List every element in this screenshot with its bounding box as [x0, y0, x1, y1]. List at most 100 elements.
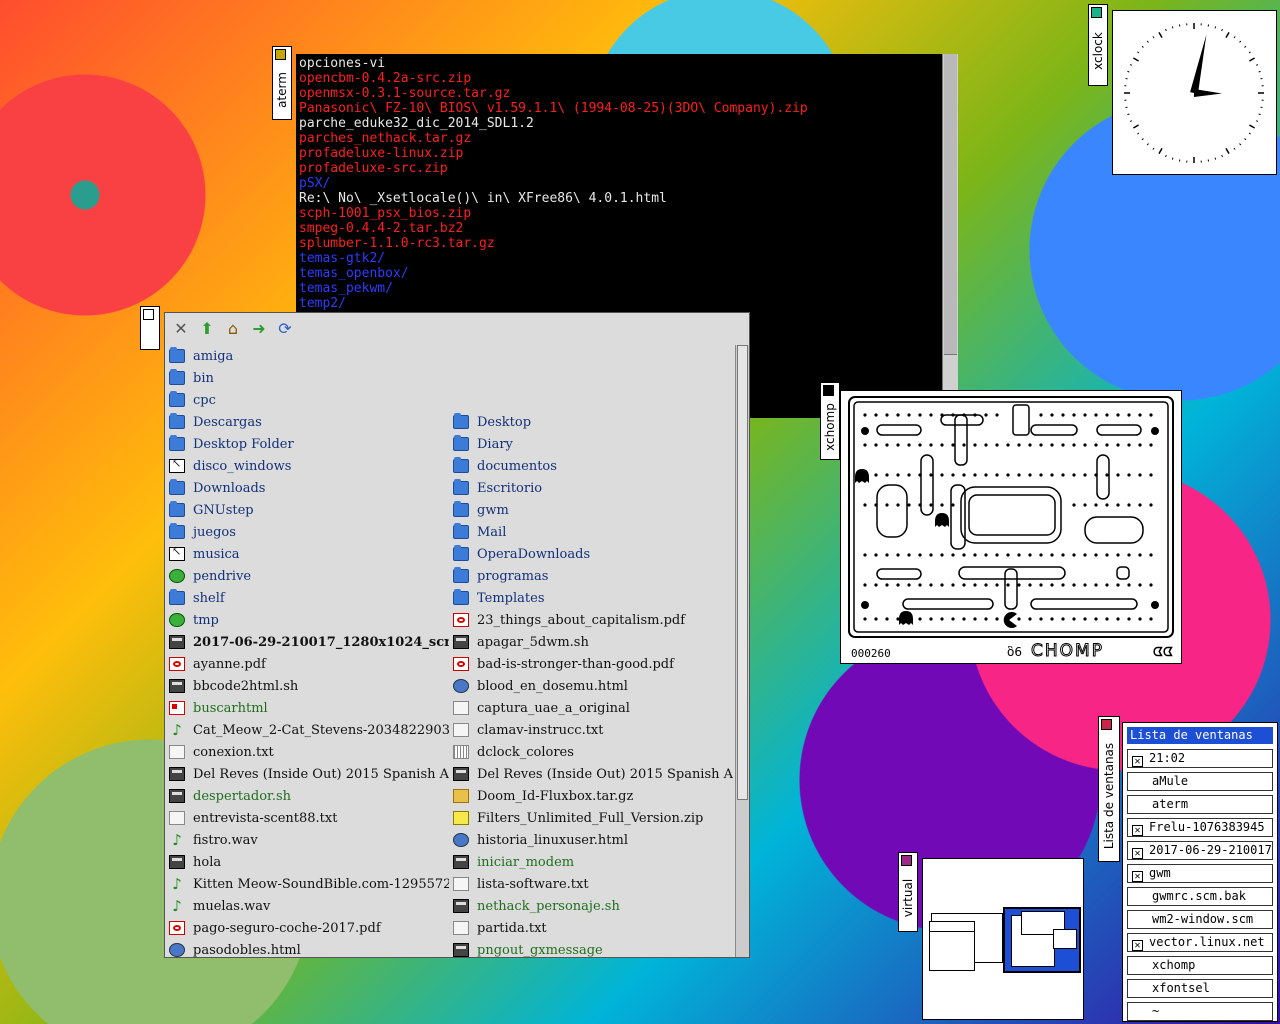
file-item[interactable]: ayanne.pdf — [167, 653, 449, 675]
file-name: Del Reves (Inside Out) 2015 Spanish Anim… — [477, 766, 733, 782]
xchomp-game-board[interactable] — [841, 391, 1181, 663]
file-item[interactable]: bad-is-stronger-than-good.pdf — [451, 653, 733, 675]
folder-item[interactable]: bin — [167, 367, 449, 389]
close-icon[interactable]: ✕ — [171, 319, 191, 339]
file-item[interactable]: pasodobles.html — [167, 939, 449, 957]
folder-item[interactable]: musica — [167, 543, 449, 565]
folder-item[interactable]: juegos — [167, 521, 449, 543]
file-item[interactable]: conexion.txt — [167, 741, 449, 763]
aterm-scrollbar[interactable] — [942, 54, 958, 418]
folder-item[interactable]: Downloads — [167, 477, 449, 499]
file-manager-scroll-thumb[interactable] — [737, 345, 748, 800]
folder-icon — [169, 501, 185, 517]
file-item[interactable]: Del Reves (Inside Out) 2015 Spanish Anim… — [451, 763, 733, 785]
virtual-desktop-pager[interactable] — [922, 858, 1084, 1020]
file-item[interactable]: nethack_personaje.sh — [451, 895, 733, 917]
file-item[interactable]: ♪ Kitten Meow-SoundBible.com-1295572573.w… — [167, 873, 449, 895]
window-list-item[interactable]: ✕ 2017-06-29-210017 — [1127, 841, 1273, 860]
go-icon[interactable]: ➜ — [249, 319, 269, 339]
aterm-scroll-thumb[interactable] — [944, 54, 957, 355]
virtual-tab-button[interactable] — [901, 855, 912, 866]
up-icon[interactable]: ⬆ — [197, 319, 217, 339]
file-item[interactable]: hola — [167, 851, 449, 873]
windowlist-tab[interactable]: Lista de ventanas — [1098, 716, 1120, 862]
folder-item[interactable]: Desktop — [451, 411, 733, 433]
file-item[interactable]: captura_uae_a_original — [451, 697, 733, 719]
pellet — [1050, 583, 1054, 587]
window-list-item[interactable]: ~ — [1127, 1002, 1273, 1021]
file-item[interactable]: 2017-06-29-210017_1280x1024_scrot.png — [167, 631, 449, 653]
pager-desk-1[interactable] — [927, 911, 1003, 973]
folder-item[interactable]: shelf — [167, 587, 449, 609]
folder-item[interactable]: amiga — [167, 345, 449, 367]
window-list-item[interactable]: wm2-window.scm — [1127, 910, 1273, 929]
file-item[interactable]: Doom_Id-Fluxbox.tar.gz — [451, 785, 733, 807]
window-list-item[interactable]: aMule — [1127, 772, 1273, 791]
window-list-item[interactable]: ✕ gwm — [1127, 864, 1273, 883]
file-item[interactable]: iniciar_modem — [451, 851, 733, 873]
file-item[interactable]: ♪ fistro.wav — [167, 829, 449, 851]
xchomp-cherry-icon: ὃ6 — [1007, 645, 1022, 659]
virtual-tab[interactable]: virtual — [898, 852, 918, 932]
window-list-item[interactable]: xchomp — [1127, 956, 1273, 975]
folder-item[interactable]: Descargas — [167, 411, 449, 433]
file-item[interactable]: ♪ Cat_Meow_2-Cat_Stevens-2034822903.wav — [167, 719, 449, 741]
folder-item[interactable]: gwm — [451, 499, 733, 521]
filemanager-tab[interactable] — [140, 306, 160, 350]
file-item[interactable]: pago-seguro-coche-2017.pdf — [167, 917, 449, 939]
folder-item[interactable]: GNUstep — [167, 499, 449, 521]
window-list-item[interactable]: xfontsel — [1127, 979, 1273, 998]
file-item[interactable]: Filters_Unlimited_Full_Version.zip — [451, 807, 733, 829]
file-item[interactable]: partida.txt — [451, 917, 733, 939]
file-item[interactable]: despertador.sh — [167, 785, 449, 807]
folder-item[interactable]: programas — [451, 565, 733, 587]
folder-item[interactable]: Desktop Folder — [167, 433, 449, 455]
folder-item[interactable]: Templates — [451, 587, 733, 609]
xchomp-tab-button[interactable] — [823, 385, 834, 396]
refresh-icon[interactable]: ⟳ — [275, 319, 295, 339]
folder-item[interactable]: tmp — [167, 609, 449, 631]
folder-item[interactable]: cpc — [167, 389, 449, 411]
pellet — [874, 443, 878, 447]
xchomp-window[interactable]: 000260 ὃ6 CHOMP ᗧᗧ — [840, 390, 1182, 664]
file-item[interactable]: lista-software.txt — [451, 873, 733, 895]
file-item[interactable]: bbcode2html.sh — [167, 675, 449, 697]
filemanager-tab-button[interactable] — [143, 309, 154, 320]
file-item[interactable]: clamav-instrucc.txt — [451, 719, 733, 741]
folder-item[interactable]: disco_windows — [167, 455, 449, 477]
xchomp-tab[interactable]: xchomp — [820, 382, 840, 460]
aterm-tab-button[interactable] — [275, 49, 286, 60]
file-item[interactable]: historia_linuxuser.html — [451, 829, 733, 851]
folder-item[interactable]: Escritorio — [451, 477, 733, 499]
window-list-item[interactable]: aterm — [1127, 795, 1273, 814]
pellet — [1017, 553, 1021, 557]
file-manager-scrollbar[interactable] — [735, 345, 749, 957]
file-item[interactable]: buscarhtml — [167, 697, 449, 719]
window-list-item[interactable]: ✕ 21:02 — [1127, 749, 1273, 768]
home-icon[interactable]: ⌂ — [223, 319, 243, 339]
terminal-line: temas_openbox/ — [299, 266, 409, 281]
file-item[interactable]: dclock_colores — [451, 741, 733, 763]
window-list-item[interactable]: gwmrc.scm.bak — [1127, 887, 1273, 906]
file-name: Templates — [477, 590, 545, 606]
file-item[interactable]: Del Reves (Inside Out) 2015 Spanish Anim… — [167, 763, 449, 785]
window-list-item[interactable]: ✕ vector.linux.net — [1127, 933, 1273, 952]
window-list-item[interactable]: ✕ Frelu-1076383945 — [1127, 818, 1273, 837]
folder-item[interactable]: OperaDownloads — [451, 543, 733, 565]
folder-item[interactable]: Mail — [451, 521, 733, 543]
file-item[interactable]: apagar_5dwm.sh — [451, 631, 733, 653]
folder-item[interactable]: documentos — [451, 455, 733, 477]
xclock-tab-button[interactable] — [1091, 7, 1102, 18]
file-name: programas — [477, 568, 549, 584]
file-item[interactable]: 23_things_about_capitalism.pdf — [451, 609, 733, 631]
xclock-tab[interactable]: xclock — [1088, 4, 1108, 86]
file-item[interactable]: blood_en_dosemu.html — [451, 675, 733, 697]
folder-item[interactable]: Diary — [451, 433, 733, 455]
windowlist-tab-button[interactable] — [1101, 719, 1112, 730]
folder-item[interactable]: pendrive — [167, 565, 449, 587]
file-item[interactable]: entrevista-scent88.txt — [167, 807, 449, 829]
file-item[interactable]: pngout_gxmessage — [451, 939, 733, 957]
pager-desk-2-active[interactable] — [1003, 907, 1081, 973]
aterm-tab[interactable]: aterm — [272, 46, 292, 120]
file-item[interactable]: ♪ muelas.wav — [167, 895, 449, 917]
